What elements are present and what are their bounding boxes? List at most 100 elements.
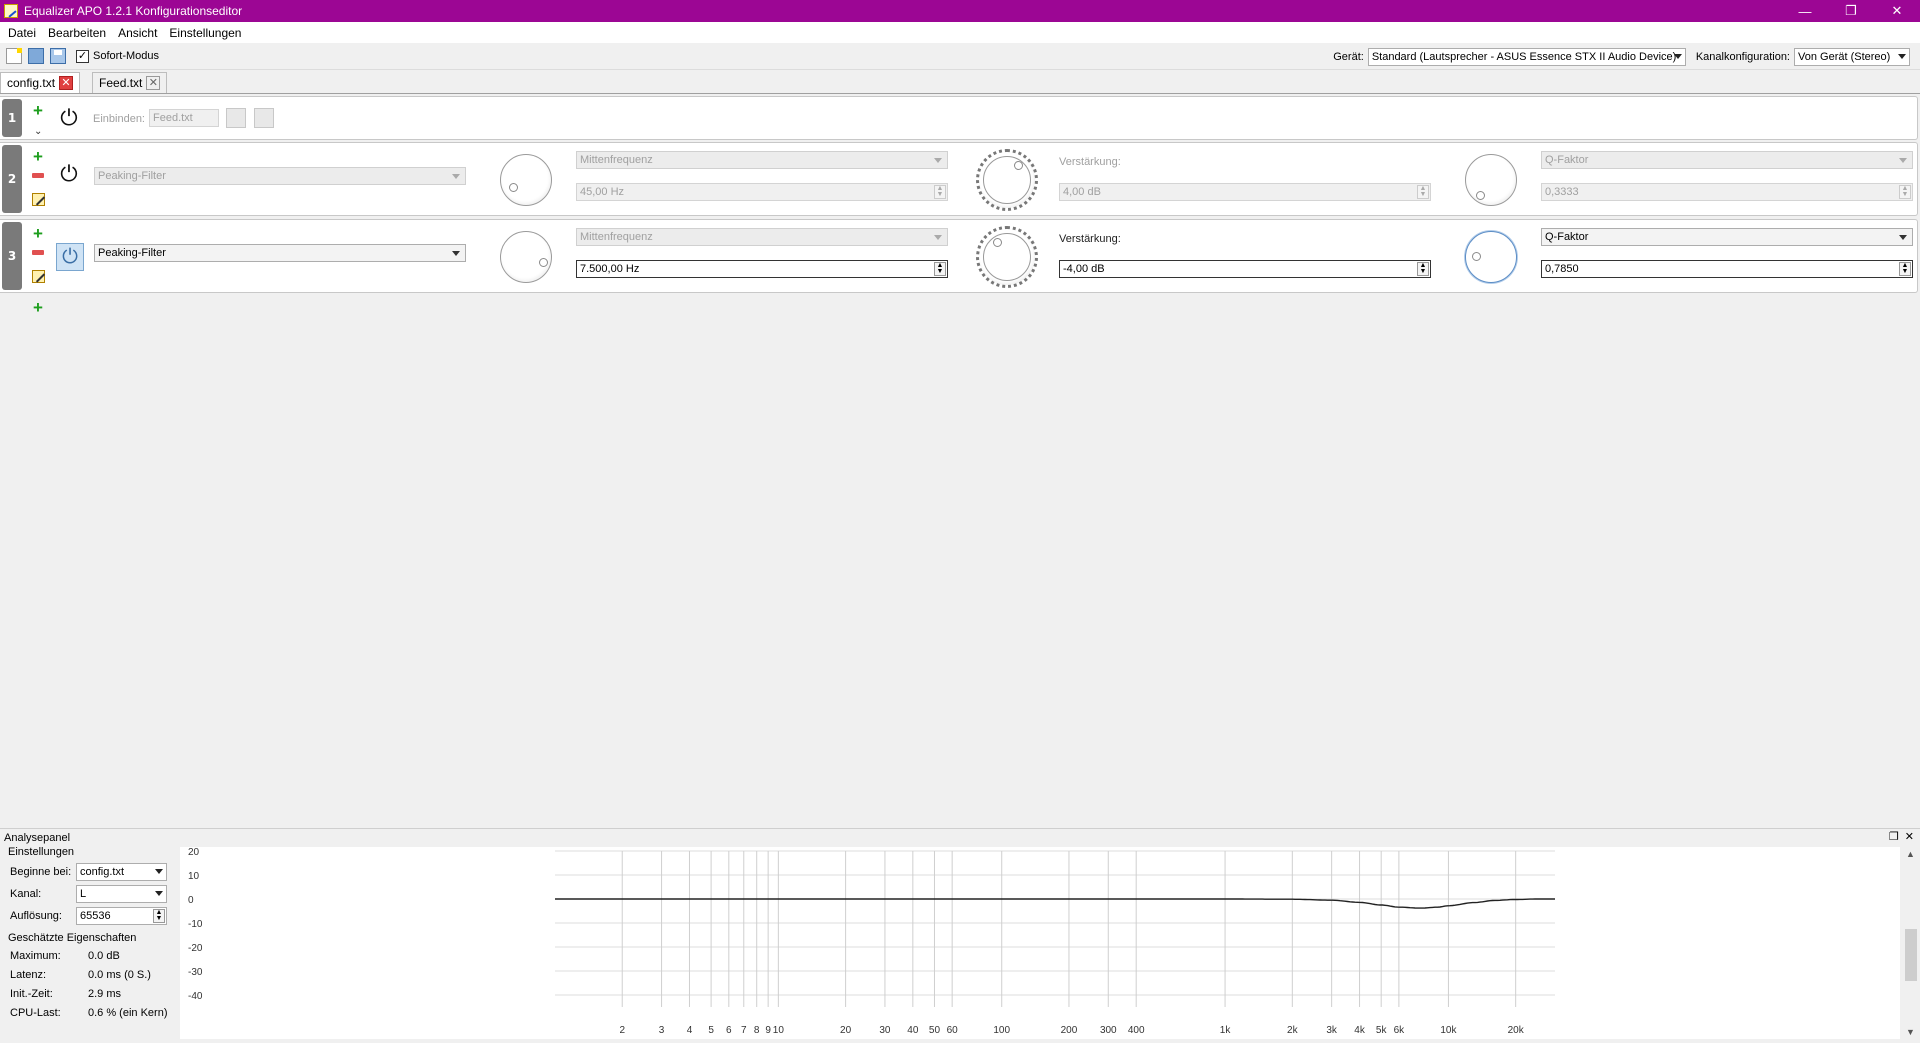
gain-field[interactable]: -4,00 dB ▲ ▼ xyxy=(1059,260,1431,278)
scroll-up-icon[interactable]: ▲ xyxy=(1906,849,1915,859)
frequency-field[interactable]: 7.500,00 Hz ▲ ▼ xyxy=(576,260,948,278)
chevron-down-icon xyxy=(155,869,163,874)
remove-filter-icon[interactable] xyxy=(32,173,44,178)
filter-type-select[interactable]: Peaking-Filter xyxy=(94,167,466,185)
scroll-down-icon[interactable]: ▼ xyxy=(1906,1027,1915,1037)
spin-icon[interactable]: ▲ ▼ xyxy=(1417,262,1429,276)
power-icon[interactable]: ⏻ xyxy=(56,243,84,271)
remove-filter-icon[interactable] xyxy=(32,250,44,255)
x-tick-label: 3 xyxy=(659,1025,665,1036)
include-label: Einbinden: xyxy=(93,113,145,125)
tab-bar: config.txt ✕ Feed.txt ✕ xyxy=(0,72,1920,94)
tab-config[interactable]: config.txt ✕ xyxy=(0,72,81,93)
menu-file[interactable]: Datei xyxy=(2,26,42,40)
chevron-down-icon xyxy=(1673,53,1682,59)
row-number: 2 xyxy=(2,145,22,213)
tab-label: config.txt xyxy=(7,76,56,90)
device-value: Standard (Lautsprecher - ASUS Essence ST… xyxy=(1371,50,1677,63)
upload-icon[interactable] xyxy=(254,108,274,128)
close-icon[interactable]: ✕ xyxy=(1905,830,1914,843)
menu-view[interactable]: Ansicht xyxy=(112,26,163,40)
add-filter-icon[interactable]: + xyxy=(32,102,44,119)
add-filter-icon[interactable]: + xyxy=(32,148,44,165)
prop-value: 0.6 % (ein Kern) xyxy=(88,1007,168,1019)
analysis-settings: Einstellungen Beginne bei: config.txt Ka… xyxy=(0,846,176,1043)
minimize-button[interactable]: — xyxy=(1782,0,1828,22)
expand-icon[interactable]: ⌄ xyxy=(34,127,42,137)
y-tick-label: 10 xyxy=(188,871,200,882)
start-select[interactable]: config.txt xyxy=(76,863,167,881)
float-icon[interactable]: ❐ xyxy=(1889,830,1899,843)
gain-knob[interactable] xyxy=(976,226,1038,288)
q-field[interactable]: 0,7850 ▲ ▼ xyxy=(1541,260,1913,278)
channel-config-select[interactable]: Von Gerät (Stereo) xyxy=(1794,47,1910,66)
frequency-knob[interactable] xyxy=(500,154,552,206)
device-select[interactable]: Standard (Lautsprecher - ASUS Essence ST… xyxy=(1367,47,1686,66)
close-icon[interactable]: ✕ xyxy=(59,76,74,90)
resolution-spinbox[interactable]: 65536 ▲ ▼ xyxy=(76,907,167,925)
q-knob[interactable] xyxy=(1465,231,1517,283)
close-icon[interactable]: ✕ xyxy=(146,76,161,90)
q-mode-select[interactable]: Q-Faktor xyxy=(1541,228,1913,246)
x-tick-label: 10k xyxy=(1440,1025,1457,1036)
x-tick-label: 4 xyxy=(687,1025,693,1036)
q-knob[interactable] xyxy=(1465,154,1517,206)
gain-value: 4,00 dB xyxy=(1063,186,1101,198)
x-tick-label: 100 xyxy=(993,1025,1010,1036)
new-file-icon[interactable] xyxy=(6,48,22,64)
spin-icon[interactable]: ▲ ▼ xyxy=(1899,185,1911,199)
scroll-thumb[interactable] xyxy=(1905,929,1917,981)
spin-icon[interactable]: ▲ ▼ xyxy=(1899,262,1911,276)
frequency-field[interactable]: 45,00 Hz ▲ ▼ xyxy=(576,183,948,201)
filter-type-value: Peaking-Filter xyxy=(98,170,166,182)
menu-edit[interactable]: Bearbeiten xyxy=(42,26,112,40)
power-icon[interactable]: ⏻ xyxy=(57,162,81,186)
open-file-icon[interactable] xyxy=(226,108,246,128)
q-value: 0,7850 xyxy=(1545,263,1579,275)
toolbar: ✓ Sofort-Modus Gerät: Standard (Lautspre… xyxy=(0,43,1920,70)
save-icon[interactable] xyxy=(28,48,44,64)
close-button[interactable]: ✕ xyxy=(1874,0,1920,22)
edit-icon[interactable] xyxy=(32,270,45,283)
gain-label: Verstärkung: xyxy=(1059,156,1121,168)
gain-field[interactable]: 4,00 dB ▲ ▼ xyxy=(1059,183,1431,201)
edit-icon[interactable] xyxy=(32,193,45,206)
q-field[interactable]: 0,3333 ▲ ▼ xyxy=(1541,183,1913,201)
spin-icon[interactable]: ▲ ▼ xyxy=(934,262,946,276)
spin-icon[interactable]: ▲ ▼ xyxy=(934,185,946,199)
vertical-scrollbar[interactable]: ▲ ▼ xyxy=(1902,847,1920,1039)
row-number: 3 xyxy=(2,222,22,290)
instant-mode-checkbox[interactable]: ✓ xyxy=(76,49,89,63)
q-mode-select[interactable]: Q-Faktor xyxy=(1541,151,1913,169)
restore-button[interactable]: ❐ xyxy=(1828,0,1874,22)
gain-knob[interactable] xyxy=(976,149,1038,211)
spin-icon[interactable]: ▲ ▼ xyxy=(1417,185,1429,199)
include-file-field[interactable]: Feed.txt xyxy=(149,109,219,127)
x-tick-label: 30 xyxy=(879,1025,891,1036)
add-filter-icon[interactable]: + xyxy=(32,225,44,242)
x-tick-label: 2 xyxy=(619,1025,625,1036)
frequency-knob[interactable] xyxy=(500,231,552,283)
add-filter-icon[interactable]: + xyxy=(32,299,44,316)
resolution-label: Auflösung: xyxy=(10,910,62,922)
y-tick-label: -10 xyxy=(188,919,203,930)
prop-value: 0.0 ms (0 S.) xyxy=(88,969,151,981)
channel-select[interactable]: L xyxy=(76,885,167,903)
frequency-mode-select[interactable]: Mittenfrequenz xyxy=(576,151,948,169)
prop-value: 2.9 ms xyxy=(88,988,122,1000)
row-number: 1 xyxy=(2,99,22,137)
gain-value: -4,00 dB xyxy=(1063,263,1105,275)
chevron-down-icon xyxy=(934,158,942,163)
chevron-down-icon xyxy=(1899,158,1907,163)
y-tick-label: -20 xyxy=(188,943,203,954)
x-tick-label: 10 xyxy=(773,1025,785,1036)
tab-feed[interactable]: Feed.txt ✕ xyxy=(92,72,168,93)
power-icon[interactable]: ⏻ xyxy=(57,106,81,130)
frequency-mode-select[interactable]: Mittenfrequenz xyxy=(576,228,948,246)
x-tick-label: 20 xyxy=(840,1025,852,1036)
spin-icon[interactable]: ▲ ▼ xyxy=(153,909,165,923)
x-tick-label: 40 xyxy=(907,1025,919,1036)
menu-settings[interactable]: Einstellungen xyxy=(163,26,247,40)
save-as-icon[interactable] xyxy=(50,48,66,64)
filter-type-select[interactable]: Peaking-Filter xyxy=(94,244,466,262)
